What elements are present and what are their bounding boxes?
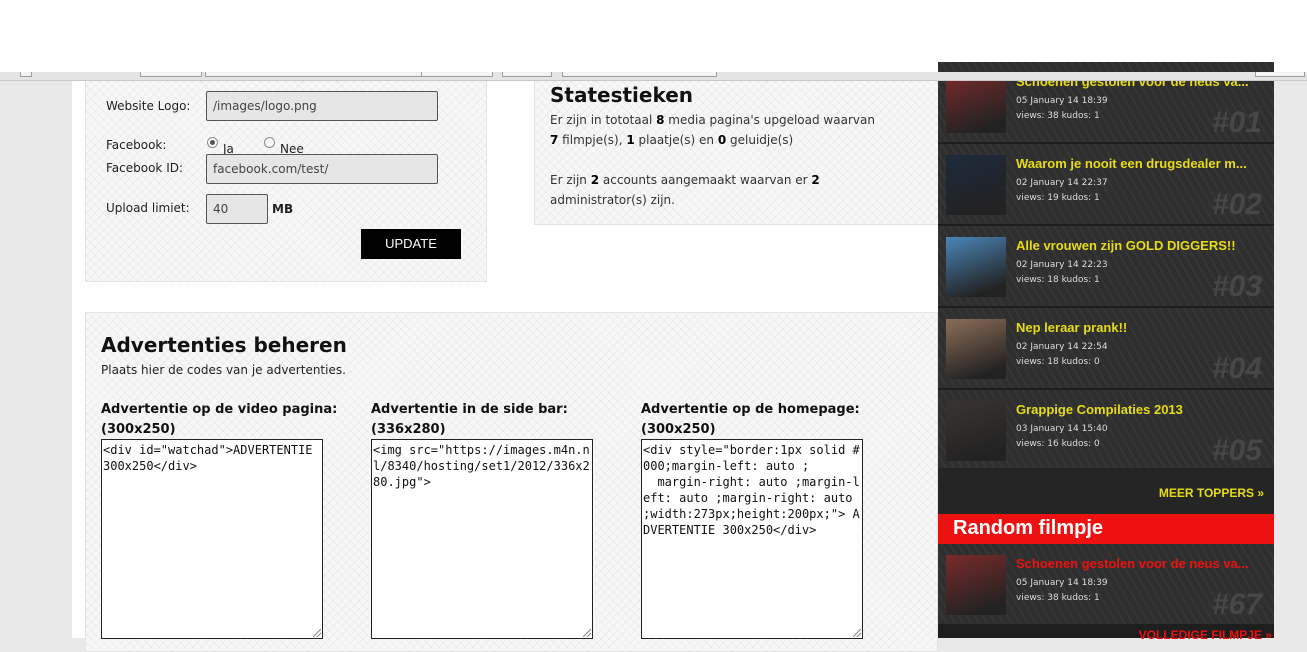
video-rank: #03 — [1211, 270, 1262, 303]
toolbar-stub — [20, 72, 32, 77]
video-stats: views: 18 kudos: 0 — [1016, 357, 1100, 367]
video-stats: views: 16 kudos: 0 — [1016, 439, 1100, 449]
video-title[interactable]: Alle vrouwen zijn GOLD DIGGERS!! — [1016, 238, 1236, 253]
video-stats: views: 38 kudos: 1 — [1016, 593, 1100, 603]
topper-item[interactable]: Nep leraar prank!! 02 January 14 22:54 vie… — [938, 308, 1274, 388]
video-thumbnail[interactable] — [946, 319, 1006, 379]
video-thumbnail[interactable] — [946, 237, 1006, 297]
page-background-right — [1274, 80, 1307, 638]
facebook-id-label: Facebook ID: — [106, 161, 184, 175]
video-rank: #04 — [1211, 352, 1262, 385]
video-thumbnail[interactable] — [946, 73, 1006, 133]
toolbar-stub — [1255, 72, 1305, 77]
toolbar-stub — [421, 72, 493, 77]
toolbar-stub — [140, 72, 202, 77]
video-title[interactable]: Nep leraar prank!! — [1016, 320, 1127, 335]
video-thumbnail[interactable] — [946, 155, 1006, 215]
random-header: Random filmpje — [938, 514, 1274, 544]
stats-panel: Statestieken Er zijn in tototaal 8 media… — [534, 76, 940, 225]
video-date: 02 January 14 22:23 — [1016, 260, 1108, 270]
sticky-toolbar — [0, 72, 1307, 81]
ads-subtitle: Plaats hier de codes van je advertenties… — [101, 363, 346, 377]
video-date: 05 January 14 18:39 — [1016, 96, 1108, 106]
stats-accounts-text: Er zijn 2 accounts aangemaakt waarvan er… — [550, 173, 820, 207]
topper-item[interactable]: Alle vrouwen zijn GOLD DIGGERS!! 02 Janua… — [938, 226, 1274, 306]
toolbar-stub — [205, 72, 437, 77]
video-title[interactable]: Grappige Compilaties 2013 — [1016, 402, 1183, 417]
video-date: 05 January 14 18:39 — [1016, 578, 1108, 588]
meer-toppers-bar: MEER TOPPERS » — [938, 468, 1274, 516]
facebook-id-input[interactable]: facebook.com/test/ — [206, 154, 438, 184]
stats-title: Statestieken — [550, 83, 694, 107]
video-title[interactable]: Schoenen gestolen voor de neus va... — [1016, 556, 1249, 571]
video-stats: views: 38 kudos: 1 — [1016, 111, 1100, 121]
ads-panel: Advertenties beheren Plaats hier de code… — [85, 312, 938, 652]
random-title: Random filmpje — [953, 517, 1104, 539]
upload-limit-input[interactable]: 40 — [206, 194, 268, 224]
ads-title: Advertenties beheren — [101, 333, 347, 357]
topper-item[interactable]: Grappige Compilaties 2013 03 January 14 1… — [938, 390, 1274, 470]
facebook-yes-radio[interactable] — [207, 137, 218, 148]
website-logo-input[interactable]: /images/logo.png — [206, 91, 438, 121]
video-rank: #05 — [1211, 434, 1262, 467]
ad-homepage-label: Advertentie op de homepage: (300x250) — [641, 402, 860, 437]
video-thumbnail[interactable] — [946, 401, 1006, 461]
video-rank: #67 — [1211, 588, 1262, 621]
video-title[interactable]: Waarom je nooit een drugsdealer m... — [1016, 156, 1247, 171]
video-stats: views: 19 kudos: 1 — [1016, 193, 1100, 203]
video-date: 02 January 14 22:54 — [1016, 342, 1108, 352]
upload-unit: MB — [272, 202, 294, 216]
ad-homepage-textarea[interactable]: <div style="border:1px solid #000;margin… — [641, 439, 863, 639]
upload-limit-label: Upload limiet: — [106, 201, 190, 215]
ad-sidebar-label: Advertentie in de side bar: (336x280) — [371, 402, 568, 437]
toolbar-stub — [562, 72, 717, 77]
video-thumbnail[interactable] — [946, 555, 1006, 615]
website-logo-label: Website Logo: — [106, 99, 191, 113]
sidebar: Schoenen gestolen voor de neus va... 05 J… — [938, 62, 1274, 642]
admin-content: Website Logo: /images/logo.png Facebook:… — [72, 76, 940, 652]
ad-sidebar-textarea[interactable]: <img src="https://images.m4n.nl/8340/hos… — [371, 439, 593, 639]
video-date: 02 January 14 22:37 — [1016, 178, 1108, 188]
video-rank: #02 — [1211, 188, 1262, 221]
video-stats: views: 18 kudos: 1 — [1016, 275, 1100, 285]
video-rank: #01 — [1211, 106, 1262, 139]
toolbar-stub — [502, 72, 552, 77]
stats-media-text: Er zijn in tototaal 8 media pagina's upg… — [550, 113, 875, 147]
facebook-no-radio[interactable] — [264, 137, 275, 148]
topper-item[interactable]: Waarom je nooit een drugsdealer m... 02 J… — [938, 144, 1274, 224]
ad-video-label: Advertentie op de video pagina: (300x250… — [101, 402, 338, 437]
settings-panel: Website Logo: /images/logo.png Facebook:… — [85, 76, 487, 282]
ad-video-textarea[interactable]: <div id="watchad">ADVERTENTIE 300x250</d… — [101, 439, 323, 639]
random-video-item[interactable]: Schoenen gestolen voor de neus va... 05 … — [938, 544, 1274, 624]
facebook-label: Facebook: — [106, 138, 167, 152]
video-date: 03 January 14 15:40 — [1016, 424, 1108, 434]
update-button[interactable]: UPDATE — [361, 229, 461, 259]
volledige-filmpje-link[interactable]: VOLLEDIGE FILMPJE » — [1139, 628, 1272, 642]
meer-toppers-link[interactable]: MEER TOPPERS » — [1159, 486, 1264, 500]
